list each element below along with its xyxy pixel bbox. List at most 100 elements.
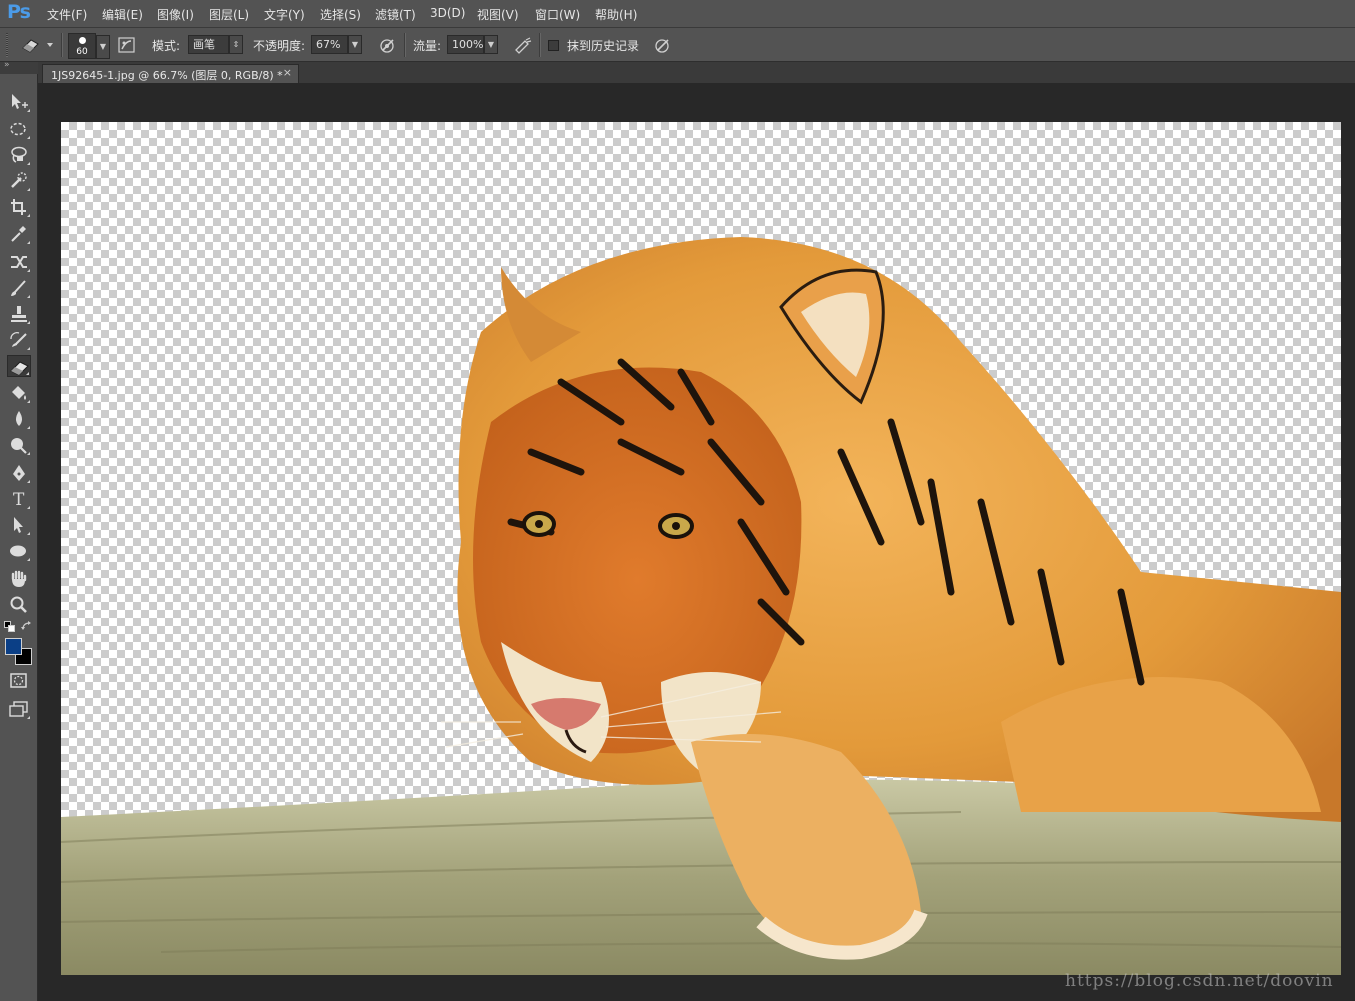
tool-elliptical-marquee[interactable] (7, 118, 31, 140)
tool-flyout-indicator (26, 372, 29, 375)
tool-type[interactable]: T (7, 488, 31, 510)
flow-input[interactable]: 100% (447, 35, 484, 54)
canvas-workspace[interactable] (38, 83, 1355, 1001)
zoom-icon (10, 596, 27, 613)
mode-dropdown-button[interactable]: ⇕ (229, 35, 243, 54)
foreground-color-swatch[interactable] (5, 638, 22, 655)
erase-to-history-checkbox[interactable] (548, 40, 559, 51)
document-tab-title: 1JS92645-1.jpg @ 66.7% (图层 0, RGB/8) * (51, 69, 283, 82)
tools-panel: » T (0, 60, 38, 1001)
options-bar: 60 ▼ 模式: 画笔 ⇕ 不透明度: 67% ▼ 流量: 100% ▼ 抹到历… (0, 28, 1355, 62)
opacity-pressure-toggle[interactable] (377, 35, 397, 55)
swap-arrow-icon (21, 621, 31, 630)
tool-pen[interactable] (7, 462, 31, 484)
menu-file[interactable]: 文件(F) (47, 6, 87, 23)
tool-brush[interactable] (7, 277, 31, 299)
tool-path-selection[interactable] (7, 514, 31, 536)
eraser-icon (22, 39, 53, 53)
tool-flyout-indicator (27, 241, 30, 244)
menu-bar: Ps 文件(F) 编辑(E) 图像(I) 图层(L) 文字(Y) 选择(S) 滤… (0, 0, 1355, 28)
tool-clone-stamp[interactable] (7, 303, 31, 325)
svg-text:T: T (13, 490, 25, 510)
menu-window[interactable]: 窗口(W) (535, 6, 580, 23)
options-separator (539, 33, 541, 57)
flow-dropdown-button[interactable]: ▼ (484, 35, 498, 54)
menu-layer[interactable]: 图层(L) (209, 6, 249, 23)
tool-paint-bucket[interactable] (7, 382, 31, 404)
pressure-opacity-icon (380, 39, 394, 53)
tool-crop[interactable] (7, 196, 31, 218)
swap-colors-button[interactable] (21, 620, 33, 632)
tool-flyout-indicator (27, 295, 30, 298)
menu-select[interactable]: 选择(S) (320, 6, 361, 23)
tool-flyout-indicator (27, 188, 30, 191)
tool-flyout-indicator (27, 558, 30, 561)
tool-dodge[interactable] (7, 434, 31, 456)
document-canvas[interactable] (61, 122, 1341, 975)
brush-tip-icon (79, 37, 86, 44)
tool-flyout-indicator (27, 480, 30, 483)
tool-flyout-indicator (27, 400, 30, 403)
pressure-size-icon (655, 39, 669, 53)
tool-eyedropper[interactable] (7, 223, 31, 245)
brush-panel-icon (118, 37, 135, 53)
document-tab[interactable]: 1JS92645-1.jpg @ 66.7% (图层 0, RGB/8) * × (42, 64, 299, 83)
tool-history-brush[interactable] (7, 329, 31, 351)
tool-zoom[interactable] (7, 594, 31, 616)
document-tab-bar: 1JS92645-1.jpg @ 66.7% (图层 0, RGB/8) * × (38, 62, 1355, 83)
erase-to-history-label: 抹到历史记录 (567, 39, 640, 53)
tool-flyout-indicator (27, 136, 30, 139)
collapse-icon: » (4, 60, 10, 70)
tool-flyout-indicator (27, 506, 30, 509)
menu-image[interactable]: 图像(I) (157, 6, 194, 23)
flow-label: 流量: (413, 39, 442, 53)
default-colors-icon (4, 621, 15, 632)
mode-select[interactable]: 画笔 (188, 35, 229, 54)
opacity-input[interactable]: 67% (311, 35, 348, 54)
chevron-down-icon (47, 43, 53, 47)
airbrush-toggle[interactable] (513, 35, 533, 55)
opacity-dropdown-button[interactable]: ▼ (348, 35, 362, 54)
size-pressure-toggle[interactable] (652, 35, 672, 55)
tool-flyout-indicator (27, 162, 30, 165)
close-icon[interactable]: × (283, 66, 292, 79)
tool-flyout-indicator (27, 269, 30, 272)
options-separator (404, 33, 406, 57)
options-separator (61, 33, 63, 57)
tools-panel-header[interactable]: » (0, 60, 38, 74)
menu-type[interactable]: 文字(Y) (264, 6, 305, 23)
quick-mask-icon (10, 673, 27, 688)
tool-healing-brush[interactable] (7, 251, 31, 273)
tool-blur[interactable] (7, 408, 31, 430)
brush-panel-toggle[interactable] (117, 35, 137, 55)
tool-hand[interactable] (7, 568, 31, 590)
watermark-text: https://blog.csdn.net/doovin (1065, 971, 1334, 991)
brush-dropdown-button[interactable]: ▼ (96, 35, 110, 59)
tool-flyout-indicator (27, 321, 30, 324)
menu-filter[interactable]: 滤镜(T) (375, 6, 416, 23)
options-grip[interactable] (6, 33, 8, 57)
tool-flyout-indicator (27, 532, 30, 535)
tool-preset-picker[interactable] (18, 34, 58, 56)
menu-help[interactable]: 帮助(H) (595, 6, 637, 23)
tool-quick-selection[interactable] (7, 170, 31, 192)
hand-icon (11, 570, 27, 587)
brush-size-value: 60 (76, 47, 88, 57)
tool-lasso[interactable] (7, 144, 31, 166)
tool-ellipse[interactable] (7, 540, 31, 562)
tool-flyout-indicator (27, 452, 30, 455)
menu-view[interactable]: 视图(V) (477, 6, 519, 23)
tool-flyout-indicator (27, 716, 30, 719)
screen-mode-button[interactable] (7, 698, 31, 720)
tool-eraser[interactable] (7, 355, 31, 377)
tool-flyout-indicator (27, 426, 30, 429)
tiger-on-log-image (61, 237, 1341, 975)
tool-move[interactable] (7, 91, 31, 113)
default-colors-button[interactable] (4, 621, 16, 633)
menu-3d[interactable]: 3D(D) (430, 6, 465, 20)
menu-edit[interactable]: 编辑(E) (102, 6, 143, 23)
quick-mask-button[interactable] (7, 670, 31, 692)
tool-flyout-indicator (27, 214, 30, 217)
tool-flyout-indicator (27, 347, 30, 350)
brush-preset-picker[interactable]: 60 (68, 33, 96, 59)
